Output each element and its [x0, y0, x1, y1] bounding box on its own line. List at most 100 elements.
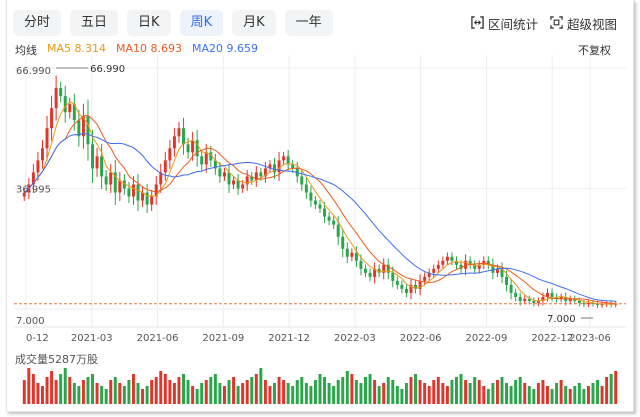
volume-bar [359, 383, 363, 404]
volume-bar [300, 377, 304, 404]
candle-body [550, 292, 554, 297]
volume-bar [36, 383, 40, 404]
volume-bar [436, 377, 440, 404]
volume-bar [263, 380, 267, 404]
volume-bar [527, 386, 531, 404]
candle-body [145, 192, 149, 205]
super-view-button[interactable]: 超级视图 [550, 14, 617, 33]
y-axis-label: 7.000 [16, 316, 45, 327]
volume-bar [127, 380, 131, 404]
volume-bar [141, 389, 145, 404]
volume-bar [282, 380, 286, 404]
kline-chart[interactable]: 66.990 36.995 7.000 66.990 7.000 0-12 2021-03 2… [14, 55, 626, 345]
candle-body [236, 180, 240, 189]
volume-bar [145, 386, 149, 404]
tab-intraday[interactable]: 分时 [13, 10, 62, 36]
candle-body [68, 104, 72, 113]
volume-bar [450, 380, 454, 404]
volume-bar [495, 380, 499, 404]
volume-bar [523, 383, 527, 404]
volume-bar [254, 374, 258, 404]
candle-body [100, 156, 104, 177]
volume-bar [40, 386, 44, 404]
volume-bar [541, 380, 545, 404]
volume-bar [518, 377, 522, 404]
range-stats-button[interactable]: 区间统计 [471, 14, 538, 33]
candle-body [395, 280, 399, 285]
candle-body [200, 156, 204, 165]
volume-bar [459, 374, 463, 404]
volume-bar [473, 377, 477, 404]
candle-body [172, 136, 176, 149]
candle-body [168, 148, 172, 161]
volume-bar [582, 389, 586, 404]
candle-body [532, 300, 536, 303]
volume-bar [54, 380, 58, 404]
volume-bar [464, 380, 468, 404]
volume-bar [332, 386, 336, 404]
volume-bar [227, 380, 231, 404]
candle-body [436, 264, 440, 269]
volume-bar [491, 383, 495, 404]
volume-bar [404, 383, 408, 404]
volume-bar [218, 383, 222, 404]
tab-one-year[interactable]: 一年 [284, 10, 333, 36]
candle-body [364, 268, 367, 273]
volume-bar [109, 380, 113, 404]
volume-bar [418, 380, 422, 404]
x-tick-label: 2022-09 [466, 333, 508, 344]
volume-bar [22, 380, 26, 404]
volume-bar [532, 389, 536, 404]
volume-bar [186, 380, 190, 404]
volume-bar [350, 374, 354, 404]
bracket-range-icon [471, 15, 484, 32]
volume-bar [341, 377, 345, 404]
volume-bar [100, 386, 104, 404]
candle-body [423, 276, 427, 281]
super-view-label: 超级视图 [566, 17, 617, 32]
x-tick-label: 2023-06 [569, 333, 611, 344]
candle-body [332, 220, 336, 225]
volume-bar [259, 368, 263, 404]
period-tabs: 分时 五日 日K 周K 月K 一年 [13, 10, 333, 36]
volume-bar [600, 386, 604, 404]
volume-bar [382, 383, 386, 404]
tab-monthly-k[interactable]: 月K [232, 10, 276, 36]
volume-bar [400, 389, 404, 404]
candle-body [359, 260, 363, 269]
volume-bar [241, 383, 245, 404]
volume-bar [546, 386, 549, 404]
candle-body [77, 120, 81, 137]
y-axis-label: 66.990 [16, 66, 51, 77]
volume-bar [377, 386, 381, 404]
candle-body [336, 224, 340, 237]
max-price-marker: 66.990 [90, 64, 125, 75]
candle-body [195, 140, 199, 157]
candle-body [191, 140, 195, 153]
candle-body [131, 184, 135, 197]
tab-weekly-k[interactable]: 周K [179, 10, 224, 36]
candle-body [177, 128, 181, 137]
tab-five-day[interactable]: 五日 [70, 10, 119, 36]
volume-bar [200, 383, 204, 404]
tab-daily-k[interactable]: 日K [127, 10, 171, 36]
volume-bar [163, 374, 167, 404]
candle-body [104, 176, 108, 185]
volume-bar [245, 380, 249, 404]
volume-bar [586, 386, 590, 404]
volume-bar [345, 371, 349, 404]
candle-body [232, 180, 236, 185]
volume-bar [291, 386, 295, 404]
volume-bar [313, 380, 317, 404]
volume-bar [477, 380, 481, 404]
candle-body [150, 196, 154, 205]
volume-bar [391, 380, 395, 404]
candle-body [259, 172, 263, 177]
candle-body [577, 300, 581, 303]
candle-body [282, 156, 286, 161]
candle-body [50, 108, 54, 129]
candle-body [182, 128, 185, 145]
volume-bar [81, 380, 85, 404]
volume-bar [118, 383, 122, 404]
volume-bar [159, 371, 163, 404]
